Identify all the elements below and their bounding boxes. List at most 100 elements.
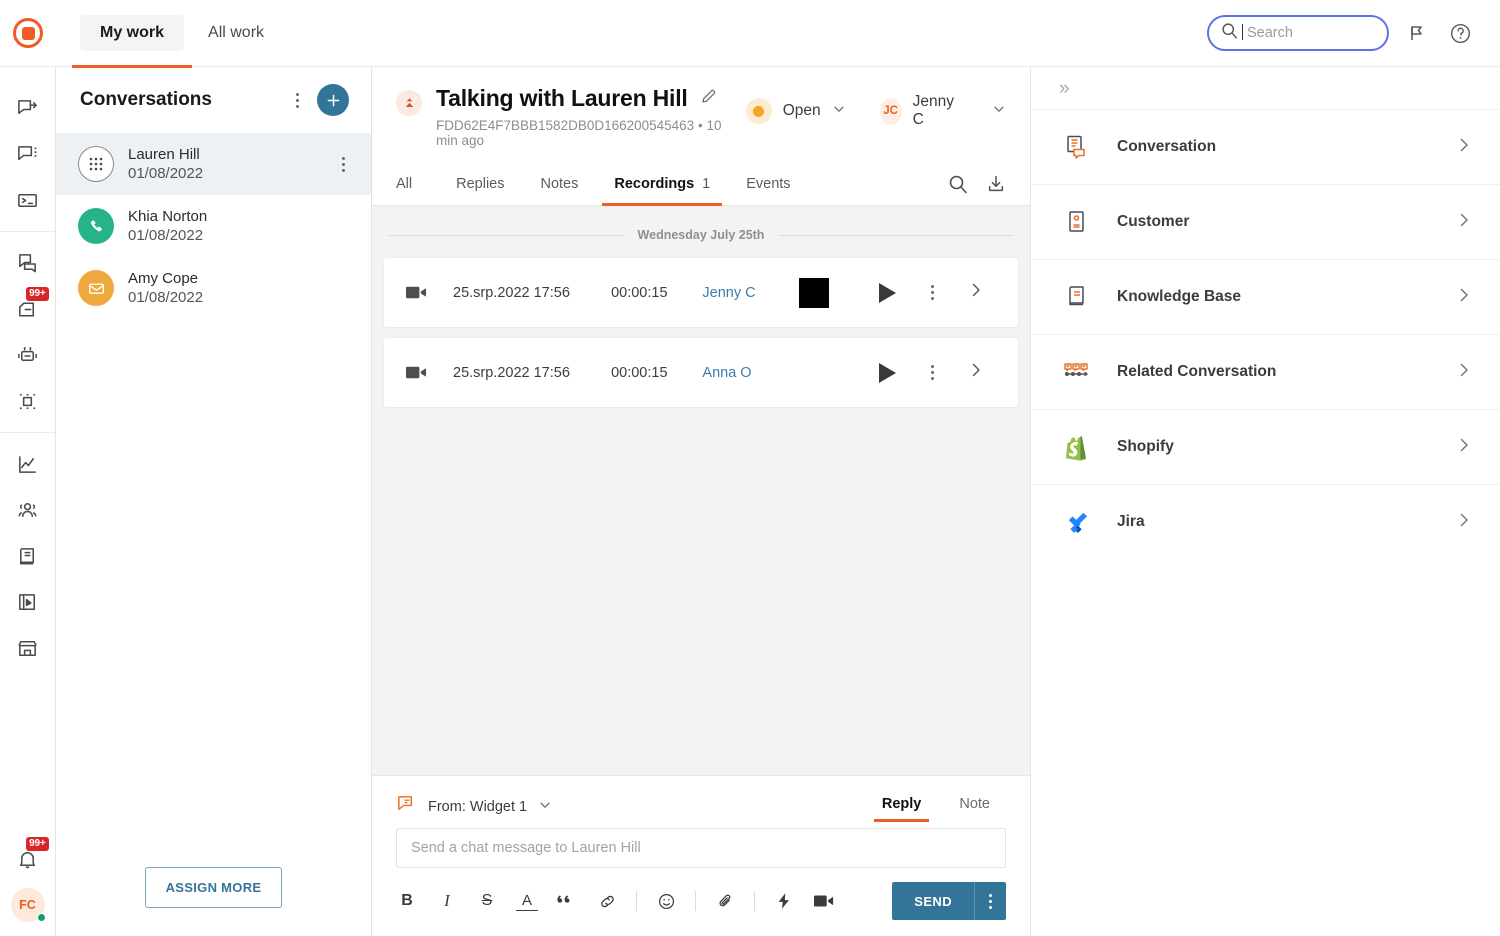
notifications-bell-icon[interactable]: 99+ xyxy=(6,837,50,881)
logo-cell xyxy=(0,18,56,48)
recording-user: Jenny C xyxy=(702,285,799,301)
app-row-conversation[interactable]: Conversation xyxy=(1031,109,1500,184)
chevron-right-icon[interactable] xyxy=(968,282,984,303)
conversation-title-row: Talking with Lauren Hill xyxy=(436,85,746,112)
conversations-icon[interactable] xyxy=(6,241,50,285)
list-item-text: Lauren Hill 01/08/2022 xyxy=(128,146,203,182)
strikethrough-icon[interactable]: S xyxy=(476,890,498,912)
search-input[interactable]: Search xyxy=(1207,15,1389,51)
tab-replies[interactable]: Replies xyxy=(438,162,522,206)
analytics-icon[interactable] xyxy=(6,442,50,486)
rail-group-3 xyxy=(0,432,55,679)
assignee-selector[interactable]: JC Jenny C xyxy=(880,93,1006,129)
app-row-knowledge-base[interactable]: Knowledge Base xyxy=(1031,259,1500,334)
app-row-related-conversation[interactable]: Related Conversation xyxy=(1031,334,1500,409)
separator-line-left xyxy=(388,235,624,236)
formatting-toolbar: B I S A xyxy=(396,882,1006,920)
list-item[interactable]: Khia Norton 01/08/2022 xyxy=(56,195,371,257)
app-row-jira[interactable]: Jira xyxy=(1031,484,1500,559)
chevron-right-icon xyxy=(1456,287,1472,308)
day-separator-label: Wednesday July 25th xyxy=(638,228,765,242)
play-button[interactable] xyxy=(879,283,896,303)
add-conversation-button[interactable] xyxy=(317,84,349,116)
tab-events[interactable]: Events xyxy=(728,162,808,206)
day-separator: Wednesday July 25th xyxy=(384,228,1018,258)
from-channel-label: From: Widget 1 xyxy=(428,799,527,815)
conversation-card-icon xyxy=(1063,133,1091,161)
chevrons-right-icon[interactable]: » xyxy=(1059,79,1070,98)
contact-name: Amy Cope xyxy=(128,270,203,287)
tab-all-work[interactable]: All work xyxy=(188,15,284,51)
app-label: Shopify xyxy=(1117,438,1174,456)
pencil-icon[interactable] xyxy=(700,87,718,110)
quote-icon[interactable] xyxy=(556,890,578,912)
attachment-icon[interactable] xyxy=(714,890,736,912)
tab-note[interactable]: Note xyxy=(943,790,1006,824)
contacts-icon[interactable] xyxy=(6,488,50,532)
app-logo[interactable] xyxy=(13,18,43,48)
list-item-text: Khia Norton 01/08/2022 xyxy=(128,208,207,244)
thread-tools xyxy=(948,174,1006,194)
search-icon[interactable] xyxy=(948,174,968,194)
conversations-panel: Conversations xyxy=(56,66,372,936)
italic-icon[interactable]: I xyxy=(436,890,458,912)
composer-mode-tabs: Reply Note xyxy=(866,790,1006,824)
recording-row[interactable]: 25.srp.2022 17:56 00:00:15 Anna O xyxy=(384,338,1018,407)
app-label: Conversation xyxy=(1117,138,1216,156)
recording-menu[interactable] xyxy=(922,362,942,384)
tab-my-work[interactable]: My work xyxy=(80,15,184,51)
video-record-icon[interactable] xyxy=(813,890,835,912)
chat-options-icon[interactable] xyxy=(6,132,50,176)
message-input[interactable]: Send a chat message to Lauren Hill xyxy=(396,828,1006,868)
status-badge[interactable]: Open xyxy=(746,98,846,124)
tab-reply[interactable]: Reply xyxy=(866,790,938,824)
tab-recordings[interactable]: Recordings 1 xyxy=(596,162,728,206)
list-item[interactable]: Lauren Hill 01/08/2022 xyxy=(56,133,371,195)
emoji-icon[interactable] xyxy=(655,890,677,912)
app-label: Knowledge Base xyxy=(1117,288,1241,306)
right-panel-header: » xyxy=(1031,67,1500,109)
recording-user: Anna O xyxy=(702,365,799,381)
send-button[interactable]: SEND xyxy=(892,882,974,920)
bot-icon[interactable] xyxy=(6,333,50,377)
list-item-menu[interactable] xyxy=(333,153,353,175)
megaphone-icon[interactable] xyxy=(1407,21,1431,45)
app-row-customer[interactable]: Customer xyxy=(1031,184,1500,259)
bold-icon[interactable]: B xyxy=(396,890,418,912)
inbox-badge: 99+ xyxy=(26,287,48,301)
chevron-down-icon xyxy=(992,102,1006,121)
question-circle-icon[interactable] xyxy=(1449,22,1472,45)
knowledge-book-icon[interactable] xyxy=(6,534,50,578)
reports-icon[interactable] xyxy=(6,580,50,624)
terminal-icon[interactable] xyxy=(6,178,50,222)
tab-notes[interactable]: Notes xyxy=(522,162,596,206)
shortcut-icon[interactable] xyxy=(773,890,795,912)
recording-menu[interactable] xyxy=(922,282,942,304)
inbox-archive-icon[interactable]: 99+ xyxy=(6,287,50,331)
app-row-shopify[interactable]: Shopify xyxy=(1031,409,1500,484)
list-item[interactable]: Amy Cope 01/08/2022 xyxy=(56,257,371,319)
text-color-icon[interactable]: A xyxy=(516,892,538,911)
avatar[interactable]: FC xyxy=(6,883,50,927)
assign-more-button[interactable]: ASSIGN MORE xyxy=(145,867,283,908)
app-logo-inner xyxy=(22,27,35,40)
conversations-menu[interactable] xyxy=(287,89,307,111)
marketplace-icon[interactable] xyxy=(6,626,50,670)
chat-forward-icon[interactable] xyxy=(6,86,50,130)
recording-row[interactable]: 25.srp.2022 17:56 00:00:15 Jenny C xyxy=(384,258,1018,327)
send-options[interactable] xyxy=(974,882,1006,920)
play-button[interactable] xyxy=(879,363,896,383)
from-channel-selector[interactable]: From: Widget 1 xyxy=(396,794,552,820)
contact-name: Khia Norton xyxy=(128,208,207,225)
link-icon[interactable] xyxy=(596,890,618,912)
chevron-right-icon[interactable] xyxy=(968,362,984,383)
phone-icon xyxy=(78,208,114,244)
thread-tabs: All Replies Notes Recordings 1 Events xyxy=(372,162,1030,206)
recording-datetime: 25.srp.2022 17:56 xyxy=(453,365,611,381)
recording-thumbnail[interactable] xyxy=(799,278,829,308)
download-icon[interactable] xyxy=(986,174,1006,194)
tab-all[interactable]: All xyxy=(396,162,430,206)
automation-icon[interactable] xyxy=(6,379,50,423)
notifications-badge: 99+ xyxy=(26,837,48,851)
toolbar-divider xyxy=(636,891,637,911)
